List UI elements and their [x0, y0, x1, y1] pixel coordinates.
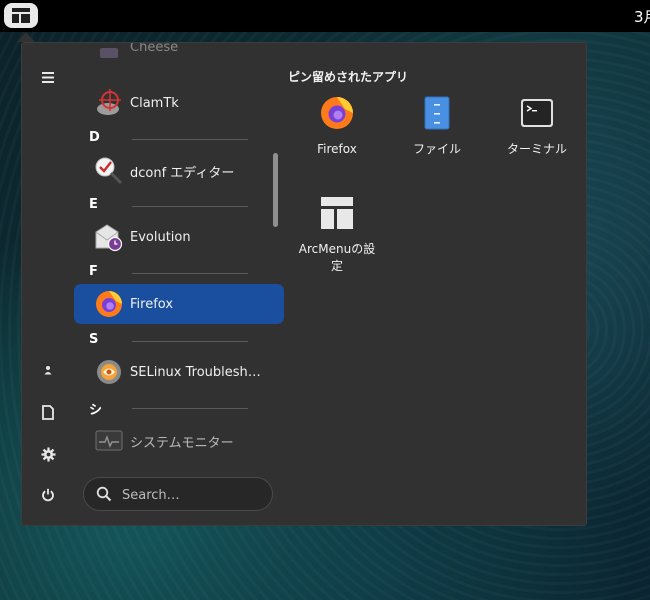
list-item[interactable]: システムモニター: [74, 421, 284, 461]
power-icon[interactable]: [32, 479, 64, 511]
app-list[interactable]: Cheese ClamTk D dconf エディター E Evolution …: [74, 43, 286, 473]
pinned-app-arcmenu-settings[interactable]: ArcMenuの設定: [287, 195, 387, 275]
files-icon: [424, 96, 450, 130]
search-box[interactable]: [83, 477, 273, 511]
pinned-app-label: Firefox: [317, 142, 357, 156]
list-item[interactable]: dconf エディター: [74, 151, 284, 191]
list-item-firefox[interactable]: Firefox: [74, 284, 284, 324]
system-monitor-icon: [95, 430, 123, 451]
selinux-icon: [97, 360, 121, 384]
section-header-f: F: [74, 264, 286, 281]
arcmenu-popup: Cheese ClamTk D dconf エディター E Evolution …: [21, 42, 587, 526]
section-header-s: S: [74, 332, 286, 349]
arcmenu-button[interactable]: [4, 3, 38, 28]
evolution-icon: [95, 224, 123, 252]
top-bar: 3月: [0, 0, 650, 32]
section-header-shi: シ: [74, 400, 286, 418]
section-header-d: D: [74, 130, 286, 147]
hamburger-menu-icon[interactable]: [32, 61, 64, 93]
terminal-icon: [521, 99, 553, 127]
pinned-apps-title: ピン留めされたアプリ: [288, 70, 409, 84]
search-icon: [96, 486, 112, 502]
section-header-e: E: [74, 197, 286, 214]
cheese-icon: [100, 48, 118, 58]
pinned-app-label: ArcMenuの設定: [298, 242, 376, 273]
clamtk-icon: [97, 89, 121, 115]
arcmenu-settings-icon: [321, 197, 353, 229]
app-label: システムモニター: [130, 435, 234, 451]
list-item[interactable]: Evolution: [74, 217, 284, 257]
settings-gear-icon[interactable]: [32, 438, 64, 470]
arcmenu-layout-icon: [12, 8, 30, 23]
pinned-app-label: ターミナル: [506, 142, 567, 156]
app-label: Firefox: [130, 296, 174, 312]
app-list-scrollbar[interactable]: [273, 153, 278, 227]
menu-sidebar: [22, 43, 74, 527]
pinned-app-terminal[interactable]: ターミナル: [487, 95, 587, 158]
user-avatar-icon[interactable]: [32, 354, 64, 386]
list-item[interactable]: ClamTk: [74, 83, 284, 123]
pinned-app-firefox[interactable]: Firefox: [287, 95, 387, 158]
menu-caret: [17, 32, 35, 42]
app-label: SELinux Troubleshooter: [130, 364, 262, 380]
dconf-editor-icon: [95, 157, 123, 185]
app-label: Evolution: [130, 229, 191, 245]
app-label: dconf エディター: [130, 165, 235, 181]
app-label: ClamTk: [130, 95, 179, 111]
pinned-app-label: ファイル: [412, 142, 461, 156]
pinned-app-files[interactable]: ファイル: [387, 95, 487, 158]
firefox-icon: [321, 97, 353, 129]
list-item[interactable]: SELinux Troubleshooter: [74, 352, 284, 392]
app-label: Cheese: [130, 43, 179, 55]
firefox-icon: [96, 291, 122, 317]
search-input[interactable]: [120, 485, 264, 505]
document-icon[interactable]: [32, 396, 64, 428]
clock[interactable]: 3月: [634, 6, 650, 27]
list-item[interactable]: Cheese: [74, 43, 284, 83]
